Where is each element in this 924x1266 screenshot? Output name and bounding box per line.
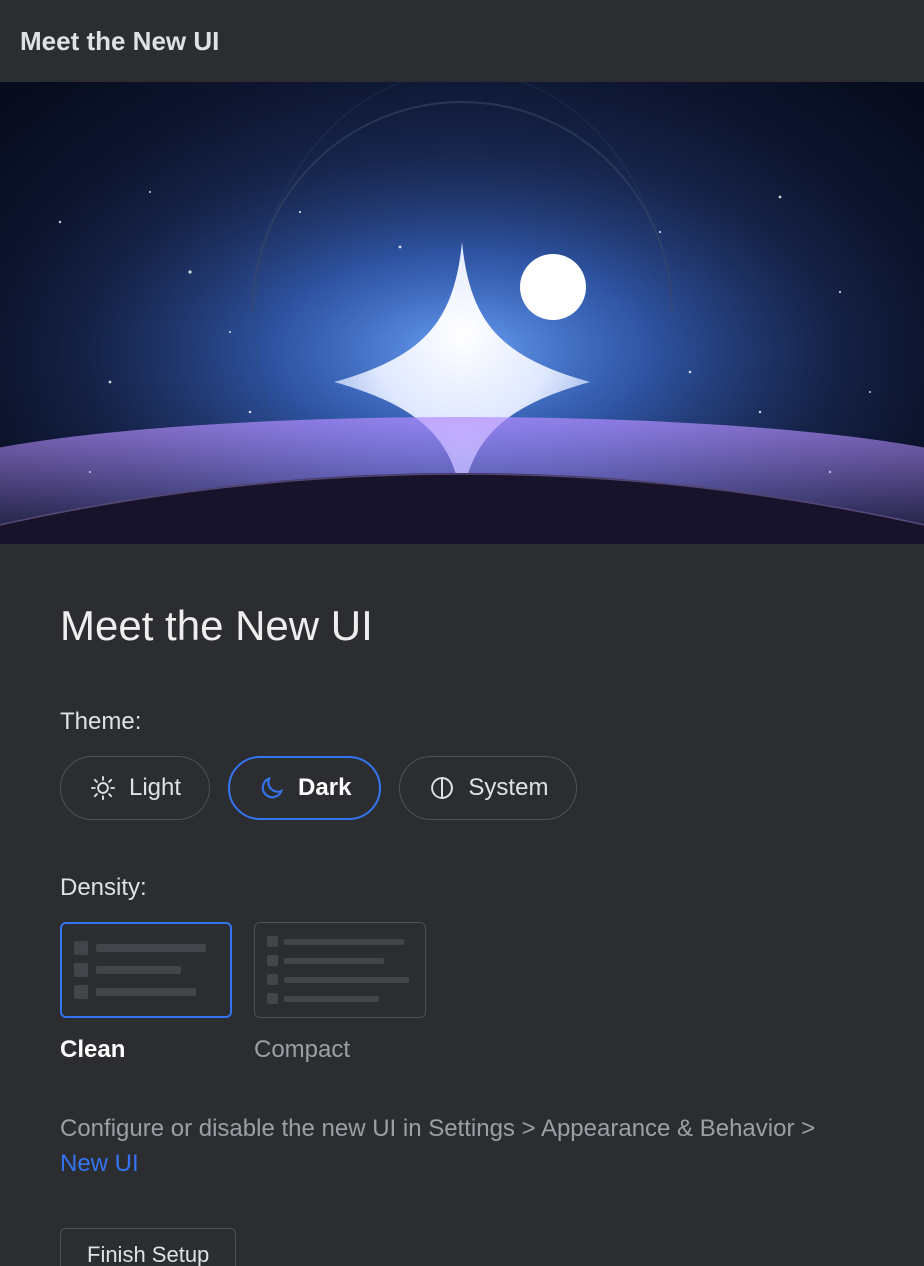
hint-text: Configure or disable the new UI in Setti…: [60, 1115, 815, 1142]
content-area: Meet the New UI Theme: Light: [0, 544, 924, 1266]
sun-icon: [89, 774, 117, 802]
density-options: Clean Compact: [60, 922, 864, 1064]
density-option-label: Clean: [60, 1036, 232, 1064]
theme-option-system[interactable]: System: [399, 756, 577, 820]
theme-option-label: System: [468, 774, 548, 802]
density-label: Density:: [60, 874, 864, 902]
density-preview-clean: [60, 922, 232, 1018]
theme-options: Light Dark System: [60, 756, 864, 820]
contrast-icon: [428, 774, 456, 802]
density-option-clean[interactable]: Clean: [60, 922, 232, 1064]
new-ui-link[interactable]: New UI: [60, 1150, 139, 1177]
density-preview-compact: [254, 922, 426, 1018]
density-option-label: Compact: [254, 1036, 426, 1064]
hero-illustration: [0, 82, 924, 544]
page-title: Meet the New UI: [60, 602, 864, 650]
theme-option-light[interactable]: Light: [60, 756, 210, 820]
theme-option-label: Light: [129, 774, 181, 802]
theme-label: Theme:: [60, 708, 864, 736]
finish-setup-button[interactable]: Finish Setup: [60, 1228, 236, 1266]
density-option-compact[interactable]: Compact: [254, 922, 426, 1064]
theme-option-label: Dark: [298, 774, 351, 802]
theme-option-dark[interactable]: Dark: [228, 756, 381, 820]
window-title: Meet the New UI: [20, 26, 219, 57]
titlebar: Meet the New UI: [0, 0, 924, 82]
settings-hint: Configure or disable the new UI in Setti…: [60, 1112, 860, 1182]
moon-icon: [258, 774, 286, 802]
